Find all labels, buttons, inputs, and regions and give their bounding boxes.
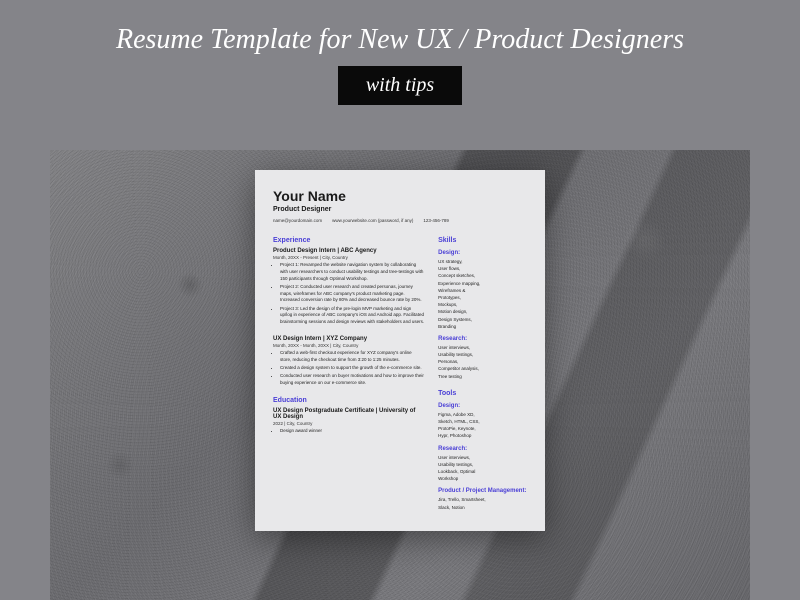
skills-design-list: UX strategy, User flows, Concept sketche… [438,258,527,330]
page-title: Resume Template for New UX / Product Des… [0,24,800,56]
tools-heading: Tools [438,390,527,397]
resume-left-column: Experience Product Design Intern | ABC A… [273,237,424,511]
subtitle-badge: with tips [338,66,462,105]
resume-name: Your Name [273,188,527,204]
job-meta: Month, 20XX - Present | City, Country [273,255,424,260]
tools-pm-heading: Product / Project Management: [438,488,527,494]
resume-role: Product Designer [273,206,527,213]
degree-title: UX Design Postgraduate Certificate | Uni… [273,408,424,420]
tools-design-list: Figma, Adobe XD, Sketch, HTML, CSS, Prot… [438,411,527,440]
contact-phone: 123-456-789 [423,218,449,223]
resume-columns: Experience Product Design Intern | ABC A… [273,237,527,511]
contact-site: www.yourwebsite.com (password, if any) [332,218,413,223]
job-bullets: Crafted a web-first checkout experience … [273,350,424,387]
resume-right-column: Skills Design: UX strategy, User flows, … [438,237,527,511]
tools-research-heading: Research: [438,446,527,452]
skills-design-heading: Design: [438,250,527,256]
page-header: Resume Template for New UX / Product Des… [0,0,800,105]
bullet-item: Project 3: Led the design of the pre-log… [280,306,424,326]
job-title: UX Design Intern | XYZ Company [273,336,424,342]
job-title: Product Design Intern | ABC Agency [273,248,424,254]
bullet-item: Project 2: Conducted user research and c… [280,284,424,304]
skills-heading: Skills [438,237,527,244]
bullet-item: Crafted a web-first checkout experience … [280,350,424,364]
experience-heading: Experience [273,237,424,244]
job-bullets: Project 1: Revamped the website navigati… [273,262,424,326]
tools-design-heading: Design: [438,403,527,409]
tools-pm-list: Jira, Trello, Smartsheet, Slack, Notion [438,496,527,510]
contact-email: name@yourdomain.com [273,218,322,223]
education-bullets: Design award winner [273,428,424,435]
education-heading: Education [273,397,424,404]
resume-contact: name@yourdomain.com www.yourwebsite.com … [273,218,527,223]
job-meta: Month, 20XX - Month, 20XX | City, Countr… [273,343,424,348]
preview-canvas: Your Name Product Designer name@yourdoma… [50,150,750,600]
skills-research-heading: Research: [438,336,527,342]
resume-document: Your Name Product Designer name@yourdoma… [255,170,545,531]
bullet-item: Conducted user research on buyer motivat… [280,373,424,387]
degree-meta: 2022 | City, Country [273,421,424,426]
skills-research-list: User interviews, Usability testings, Per… [438,344,527,380]
tools-research-list: User interviews, Usability testings, Loo… [438,454,527,483]
bullet-item: Project 1: Revamped the website navigati… [280,262,424,282]
bullet-item: Design award winner [280,428,424,435]
bullet-item: Created a design system to support the g… [280,365,424,372]
